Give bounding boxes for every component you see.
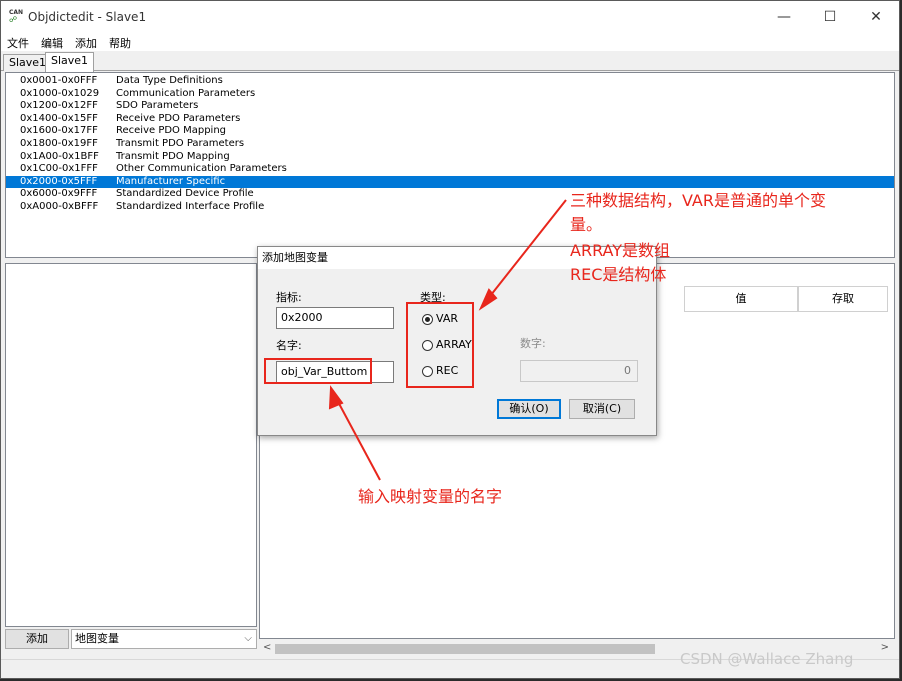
scroll-thumb[interactable] [275,644,655,654]
column-header-value[interactable]: 值 [684,286,798,312]
scroll-right-icon[interactable]: > [881,642,889,653]
menu-edit[interactable]: 编辑 [41,35,63,51]
index-range-row[interactable]: 0x1200-0x12FF SDO Parameters [6,100,894,113]
name-note: 输入映射变量的名字 [358,487,503,506]
types-note-line1: 三种数据结构，VAR是普通的单个变 [570,191,826,210]
index-input[interactable]: 0x2000 [276,307,394,329]
number-input: 0 [520,360,638,382]
index-range-name: Standardized Device Profile [116,188,254,200]
index-range-value: 0xA000-0xBFFF [20,201,99,212]
types-note-line3: ARRAY是数组 [570,241,671,260]
index-range-name: Transmit PDO Parameters [116,138,245,149]
add-button[interactable]: 添加 [5,629,69,649]
name-highlight-box [264,358,372,384]
index-range-name: Manufacturer Specific [116,175,226,187]
index-label: 指标: [276,291,302,304]
index-range-row[interactable]: 0x1800-0x19FF Transmit PDO Parameters [6,138,894,151]
index-range-value: 0x1C00-0x1FFF [20,163,98,175]
index-range-name: Transmit PDO Mapping [116,150,230,162]
tab-slave1-second[interactable]: Slave1 [45,52,95,72]
subindex-list[interactable] [5,263,257,627]
menu-help[interactable]: 帮助 [109,35,131,51]
index-range-name: Standardized Interface Profile [116,201,265,212]
index-range-row[interactable]: 0x1A00-0x1BFF Transmit PDO Mapping [6,151,894,164]
index-range-name: Receive PDO Mapping [116,125,227,137]
app-icon: CAN ☍ [9,9,24,24]
number-label: 数字: [520,337,546,350]
menu-file[interactable]: 文件 [7,35,29,51]
watermark: CSDN @Wallace Zhang [680,650,854,668]
index-range-value: 0x1600-0x17FF [20,125,98,137]
ok-button[interactable]: 确认(O) [497,399,561,419]
index-range-value: 0x1A00-0x1BFF [20,150,99,162]
window-title: Objdictedit - Slave1 [28,10,147,24]
index-range-value: 0x0001-0x0FFF [20,75,98,86]
index-range-value: 0x2000-0x5FFF [20,175,98,187]
index-range-value: 0x1800-0x19FF [20,138,98,149]
index-range-row[interactable]: 0x1000-0x1029 Communication Parameters [6,88,894,101]
close-button[interactable]: ✕ [853,1,899,33]
chevron-down-icon: ⌵ [244,633,252,644]
index-range-row[interactable]: 0x0001-0x0FFF Data Type Definitions [6,75,894,88]
add-controls: 添加 地图变量 ⌵ [5,629,257,649]
index-range-name: SDO Parameters [116,100,199,112]
variable-type-select[interactable]: 地图变量 ⌵ [71,629,257,649]
type-highlight-box [406,302,474,388]
minimize-button[interactable]: — [761,1,807,33]
index-range-row[interactable]: 0x1C00-0x1FFF Other Communication Paramet… [6,163,894,176]
index-range-value: 0x1400-0x15FF [20,112,98,124]
index-range-name: Receive PDO Parameters [116,112,241,124]
cancel-button[interactable]: 取消(C) [569,399,635,419]
scroll-left-icon[interactable]: < [263,642,271,653]
index-range-value: 0x1200-0x12FF [20,100,98,112]
menu-bar: 文件 编辑 添加 帮助 [1,33,899,51]
index-range-list[interactable]: 0x0001-0x0FFF Data Type Definitions 0x1000… [5,72,895,258]
title-bar: CAN ☍ Objdictedit - Slave1 — ☐ ✕ [1,1,899,33]
types-note-line2: 量。 [570,215,603,234]
index-range-name: Other Communication Parameters [116,163,287,175]
name-label: 名字: [276,339,302,352]
column-header-access[interactable]: 存取 [798,286,888,312]
variable-type-value: 地图变量 [75,632,119,645]
types-note-line4: REC是结构体 [570,265,667,284]
tab-strip: Slave1 Slave1 [1,51,899,72]
index-range-row[interactable]: 0x1400-0x15FF Receive PDO Parameters [6,113,894,126]
index-range-row[interactable]: 0x1600-0x17FF Receive PDO Mapping [6,125,894,138]
menu-add[interactable]: 添加 [75,35,97,51]
index-range-value: 0x6000-0x9FFF [20,188,98,200]
index-range-name: Data Type Definitions [116,75,223,86]
index-range-row[interactable]: 0x2000-0x5FFF Manufacturer Specific [6,175,894,189]
index-range-value: 0x1000-0x1029 [20,87,100,99]
index-range-name: Communication Parameters [116,87,256,99]
maximize-button[interactable]: ☐ [807,1,853,33]
